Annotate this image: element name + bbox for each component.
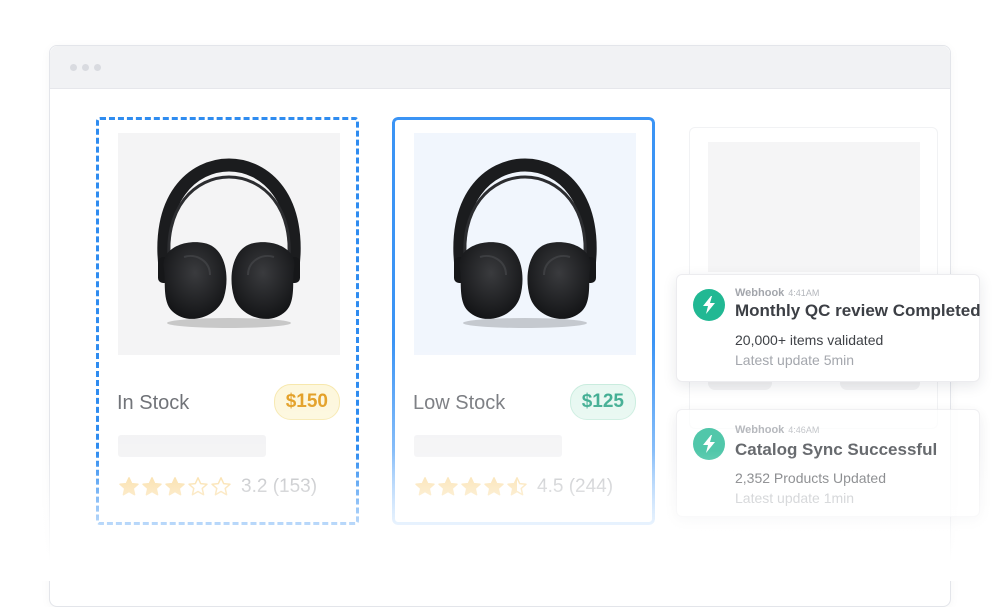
notification-card[interactable]: Webhook 4:41AM Monthly QC review Complete… [676, 274, 981, 382]
star-filled-icon [165, 477, 185, 496]
notification-title: Monthly QC review Completed [735, 301, 981, 320]
product-card-in-stock[interactable]: In Stock $150 3.2 (153) [96, 117, 359, 525]
star-filled-icon [415, 477, 435, 496]
title-placeholder [414, 435, 562, 457]
title-placeholder [118, 435, 266, 457]
price-badge: $150 [273, 384, 340, 420]
window-titlebar [50, 46, 950, 89]
headphones-icon [453, 157, 597, 328]
notification-source: Webhook 4:46AM [735, 424, 820, 436]
window-dot-3 [94, 64, 101, 71]
star-half-icon [507, 477, 527, 496]
price-badge: $125 [569, 384, 636, 420]
window-dot-2 [82, 64, 89, 71]
notification-source: Webhook 4:41AM [735, 287, 820, 299]
notification-title: Catalog Sync Successful [735, 440, 938, 459]
window-dot-1 [70, 64, 77, 71]
product-image [414, 133, 636, 355]
notification-time: 4:46AM [788, 425, 820, 435]
stock-status: Low Stock [413, 392, 506, 414]
rating-text: 4.5 (244) [537, 476, 614, 497]
star-filled-icon [484, 477, 504, 496]
notification-time: 4:41AM [788, 288, 820, 298]
star-empty-icon [211, 477, 231, 496]
star-empty-icon [188, 477, 208, 496]
star-filled-icon [461, 477, 481, 496]
lightning-bolt-icon [693, 428, 725, 460]
stock-status: In Stock [117, 392, 190, 414]
lightning-bolt-icon [693, 289, 725, 321]
rating-text: 3.2 (153) [241, 476, 318, 497]
notification-update-time: Latest update 1min [735, 490, 855, 506]
star-filled-icon [438, 477, 458, 496]
notification-update-time: Latest update 5min [735, 352, 855, 368]
notification-card[interactable]: Webhook 4:46AM Catalog Sync Successful 2,… [676, 409, 980, 517]
ghost-image-placeholder [708, 142, 920, 272]
product-image [118, 133, 340, 355]
rating: 4.5 (244) [414, 476, 613, 498]
product-card-low-stock[interactable]: Low Stock $125 4.5 (244) [392, 117, 655, 525]
star-rating [118, 476, 233, 498]
headphones-icon [157, 157, 301, 328]
notification-detail: 2,352 Products Updated [735, 470, 886, 486]
star-rating [414, 476, 529, 498]
notification-detail: 20,000+ items validated [735, 332, 884, 348]
rating: 3.2 (153) [118, 476, 317, 498]
star-filled-icon [119, 477, 139, 496]
star-filled-icon [142, 477, 162, 496]
